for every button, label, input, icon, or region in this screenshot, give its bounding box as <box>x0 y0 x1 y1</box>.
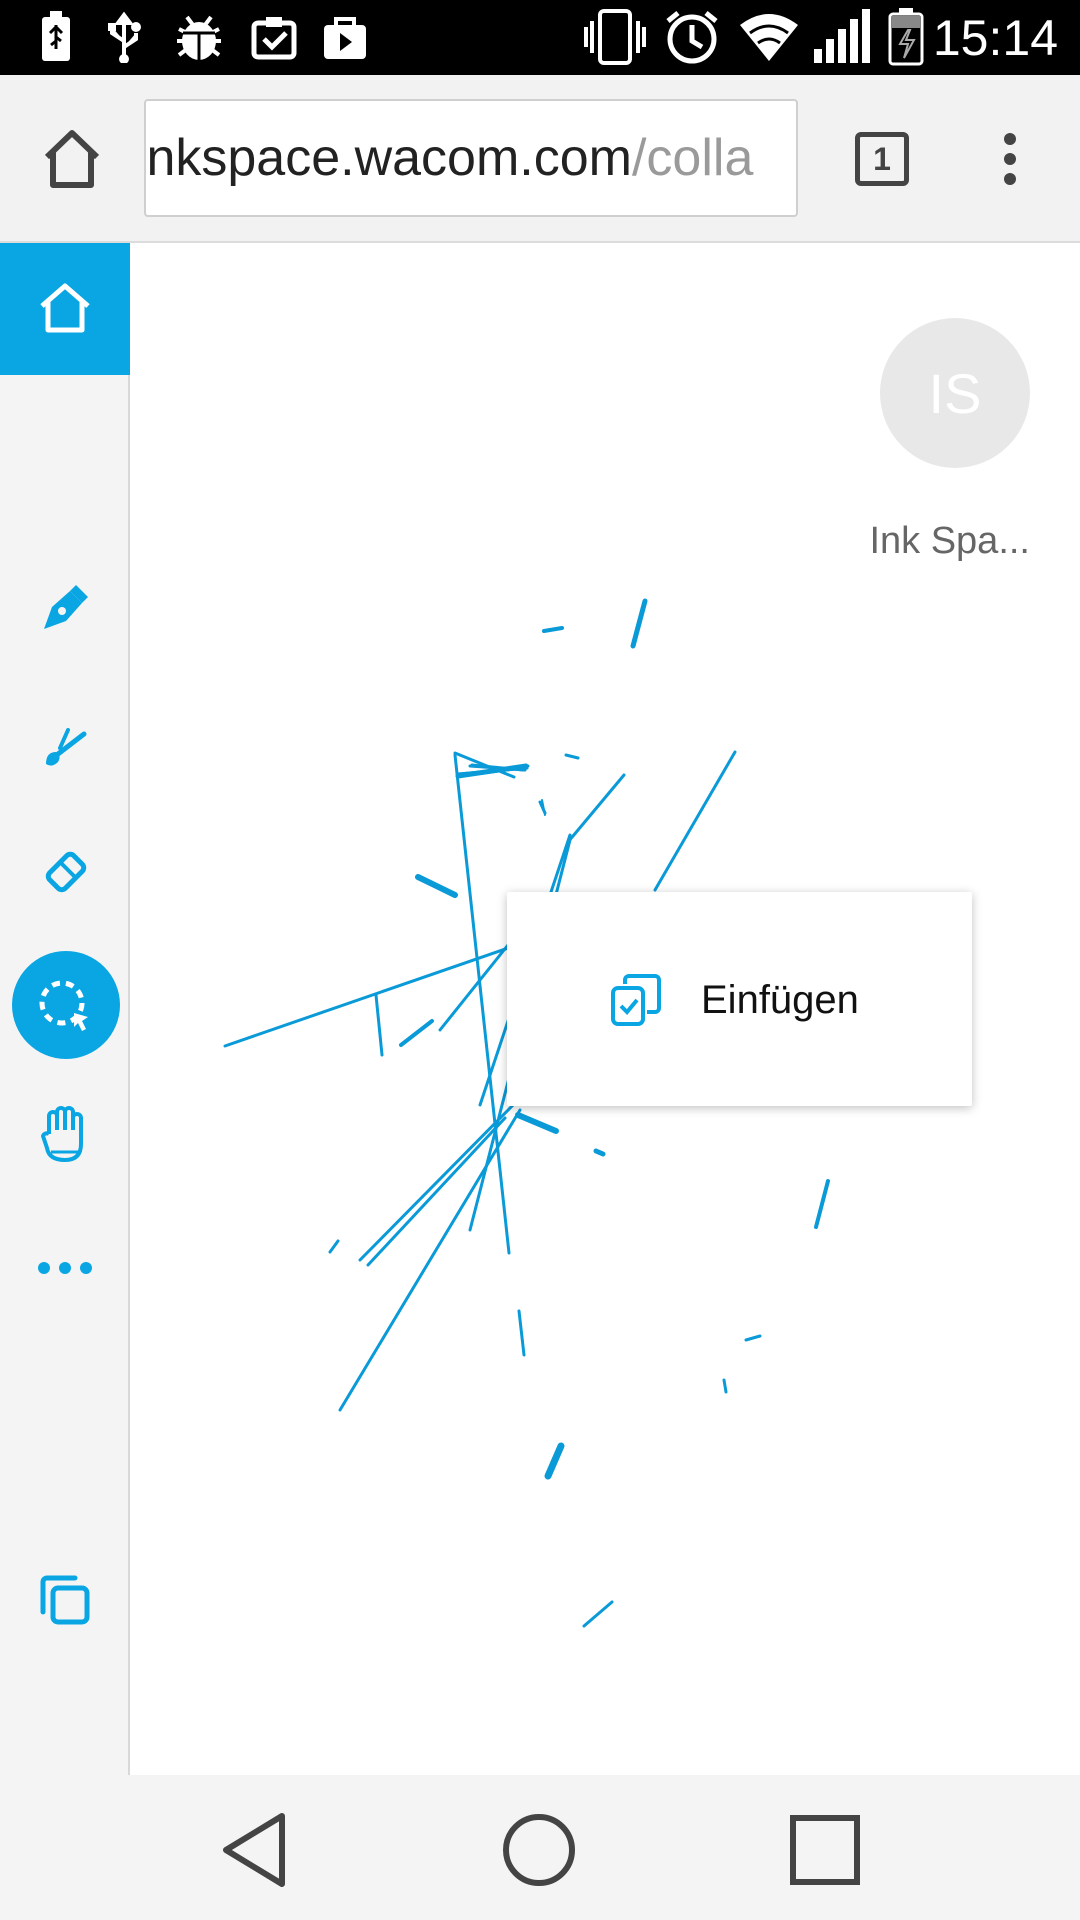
context-menu: Einfügen <box>507 892 972 1106</box>
collaborator-initials: IS <box>928 361 982 425</box>
home-button[interactable] <box>484 1795 594 1905</box>
system-nav-bar <box>0 1775 1080 1920</box>
collaborator-name: Ink Spa... <box>869 520 1030 562</box>
paste-menu-item[interactable]: Einfügen <box>507 892 972 1106</box>
back-icon <box>223 1813 285 1887</box>
paste-icon <box>611 974 661 1026</box>
back-button[interactable] <box>200 1795 310 1905</box>
home-circle-icon <box>503 1814 575 1886</box>
recents-icon <box>790 1815 860 1885</box>
paste-menu-label: Einfügen <box>701 978 859 1022</box>
collaborator-avatar[interactable]: IS <box>880 318 1030 468</box>
recents-button[interactable] <box>770 1795 880 1905</box>
